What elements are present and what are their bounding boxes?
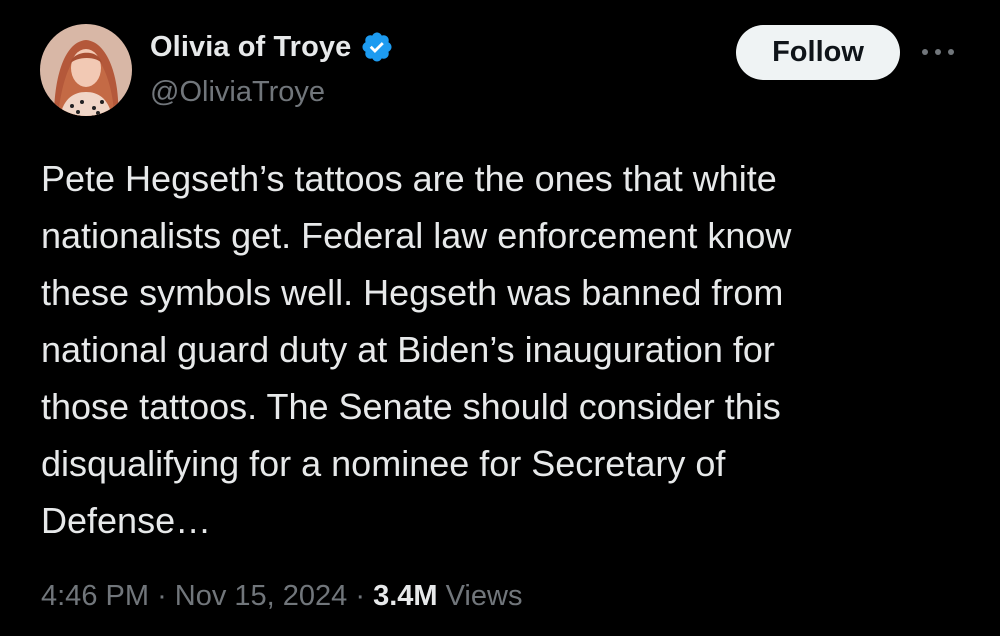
author-handle[interactable]: @OliviaTroye — [150, 76, 325, 109]
tweet-text-line: nationalists get. Federal law enforcemen… — [41, 215, 792, 256]
more-dot — [922, 49, 928, 55]
tweet-text: Pete Hegseth’s tattoos are the ones that… — [41, 150, 941, 549]
tweet-time[interactable]: 4:46 PM — [41, 580, 149, 612]
more-horizontal-icon[interactable] — [918, 36, 958, 68]
tweet-text-line: Pete Hegseth’s tattoos are the ones that… — [41, 158, 777, 199]
tweet-text-line: these symbols well. Hegseth was banned f… — [41, 272, 784, 313]
avatar[interactable] — [40, 24, 132, 116]
views-count: 3.4M — [373, 580, 446, 612]
display-name[interactable]: Olivia of Troye — [150, 31, 351, 64]
tweet-date[interactable]: Nov 15, 2024 — [175, 580, 348, 612]
views-label: Views — [445, 580, 523, 612]
tweet-card: Olivia of Troye @OliviaTroye Follow Pete… — [0, 0, 1000, 636]
meta-separator: · — [355, 580, 374, 612]
meta-separator: · — [157, 580, 175, 612]
more-dot — [935, 49, 941, 55]
follow-button[interactable]: Follow — [736, 25, 900, 80]
tweet-text-line: national guard duty at Biden’s inaugurat… — [41, 329, 775, 370]
author-name-row: Olivia of Troye — [150, 30, 394, 64]
verified-badge-icon[interactable] — [360, 30, 394, 64]
more-dot — [948, 49, 954, 55]
tweet-text-line: those tattoos. The Senate should conside… — [41, 386, 781, 427]
tweet-meta: 4:46 PM · Nov 15, 2024 · 3.4M Views — [41, 580, 522, 613]
tweet-text-line: Defense… — [41, 500, 212, 541]
tweet-text-line: disqualifying for a nominee for Secretar… — [41, 443, 726, 484]
